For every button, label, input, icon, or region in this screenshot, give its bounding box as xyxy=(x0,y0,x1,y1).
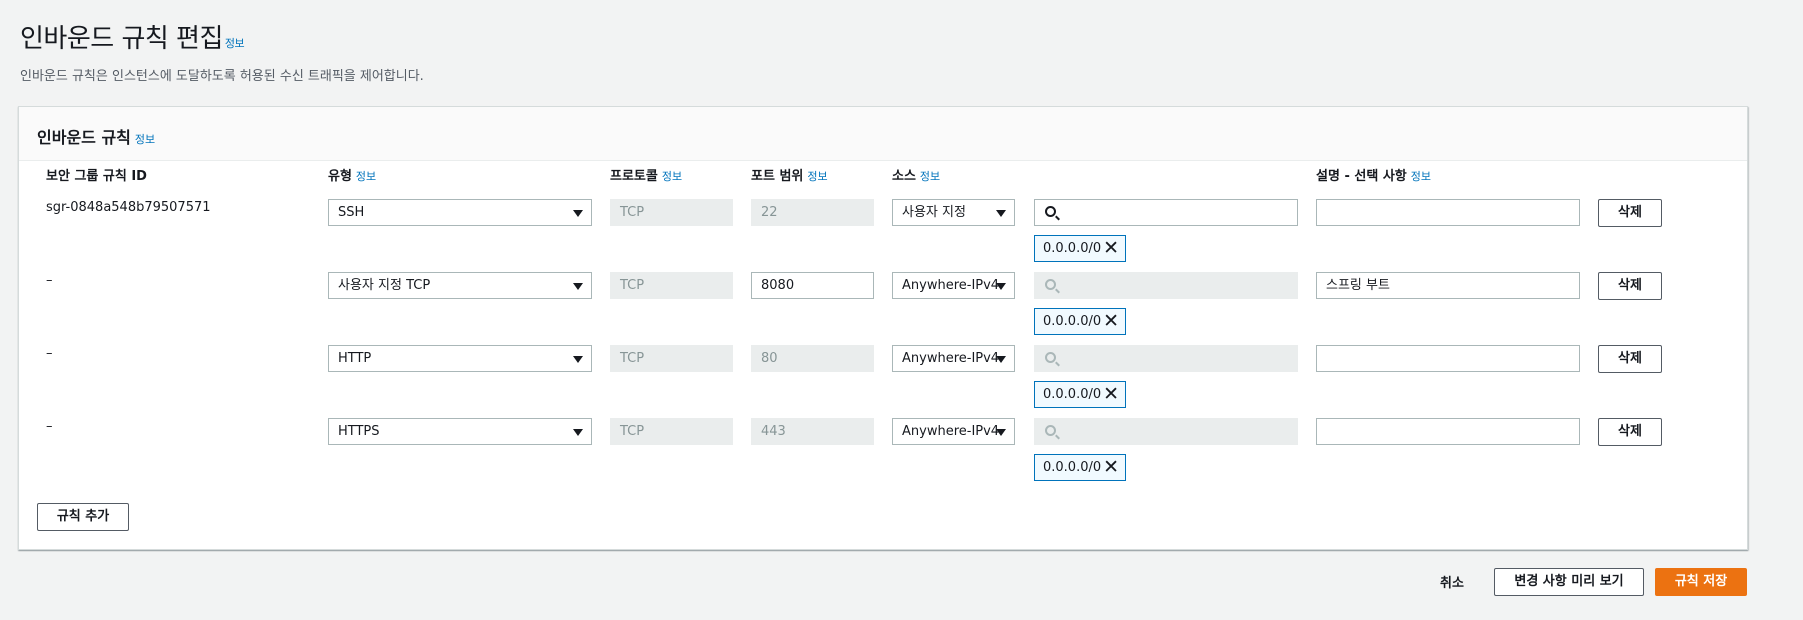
rule-id: – xyxy=(46,346,53,361)
col-header-protocol: 프로토콜 정보 xyxy=(610,169,683,184)
delete-rule-button[interactable]: 삭제 xyxy=(1598,272,1662,300)
source-select[interactable]: Anywhere-IPv4 xyxy=(892,418,1015,445)
close-icon[interactable]: ✕ xyxy=(1103,236,1119,261)
cidr-token: 0.0.0.0/0 ✕ xyxy=(1034,308,1126,335)
page-title-info-link[interactable]: 정보 xyxy=(225,37,245,50)
cidr-search-input[interactable] xyxy=(1034,199,1298,226)
preview-changes-button[interactable]: 변경 사항 미리 보기 xyxy=(1494,568,1644,596)
search-icon xyxy=(1045,425,1056,436)
cidr-search-input xyxy=(1034,418,1298,445)
caret-down-icon xyxy=(573,210,583,217)
type-select[interactable]: 사용자 지정 TCP xyxy=(328,272,592,299)
description-input[interactable] xyxy=(1316,345,1580,372)
type-select[interactable]: HTTPS xyxy=(328,418,592,445)
protocol-field: TCP xyxy=(610,345,733,372)
inbound-rules-panel: 인바운드 규칙 정보 보안 그룹 규칙 ID 유형 정보 프로토콜 정보 포트 범위 정… xyxy=(18,106,1748,550)
close-icon[interactable]: ✕ xyxy=(1103,455,1119,480)
source-select[interactable]: Anywhere-IPv4 xyxy=(892,345,1015,372)
cidr-search-input xyxy=(1034,345,1298,372)
col-header-port-range: 포트 범위 정보 xyxy=(751,169,828,184)
protocol-field: TCP xyxy=(610,199,733,226)
col-header-source: 소스 정보 xyxy=(892,169,941,184)
source-select[interactable]: 사용자 지정 xyxy=(892,199,1015,226)
cidr-token: 0.0.0.0/0 ✕ xyxy=(1034,454,1126,481)
caret-down-icon xyxy=(996,283,1006,290)
caret-down-icon xyxy=(573,283,583,290)
protocol-field: TCP xyxy=(610,418,733,445)
save-rules-button[interactable]: 규칙 저장 xyxy=(1655,568,1747,596)
description-input[interactable]: 스프링 부트 xyxy=(1316,272,1580,299)
cancel-button[interactable]: 취소 xyxy=(1440,572,1464,591)
rule-id: – xyxy=(46,273,53,288)
search-icon xyxy=(1045,206,1056,217)
delete-rule-button[interactable]: 삭제 xyxy=(1598,345,1662,373)
rule-id: – xyxy=(46,419,53,434)
protocol-info-link[interactable]: 정보 xyxy=(662,170,682,183)
port-range-field: 22 xyxy=(751,199,874,226)
panel-title-info-link[interactable]: 정보 xyxy=(135,133,155,146)
type-select[interactable]: SSH xyxy=(328,199,592,226)
rule-id: sgr-0848a548b79507571 xyxy=(46,200,211,215)
col-header-description: 설명 - 선택 사항 정보 xyxy=(1316,169,1431,184)
description-info-link[interactable]: 정보 xyxy=(1411,170,1431,183)
caret-down-icon xyxy=(996,210,1006,217)
page-header: 인바운드 규칙 편집 정보 인바운드 규칙은 인스턴스에 도달하도록 허용된 수신… xyxy=(20,18,424,84)
panel-header: 인바운드 규칙 정보 xyxy=(19,107,1747,161)
port-range-field: 443 xyxy=(751,418,874,445)
col-header-rule-id: 보안 그룹 규칙 ID xyxy=(46,169,147,184)
description-input[interactable] xyxy=(1316,418,1580,445)
type-info-link[interactable]: 정보 xyxy=(356,170,376,183)
add-rule-button[interactable]: 규칙 추가 xyxy=(37,503,129,531)
port-range-info-link[interactable]: 정보 xyxy=(807,170,827,183)
caret-down-icon xyxy=(996,429,1006,436)
type-select[interactable]: HTTP xyxy=(328,345,592,372)
search-icon xyxy=(1045,279,1056,290)
cidr-search-input xyxy=(1034,272,1298,299)
source-select[interactable]: Anywhere-IPv4 xyxy=(892,272,1015,299)
cidr-token: 0.0.0.0/0 ✕ xyxy=(1034,235,1126,262)
delete-rule-button[interactable]: 삭제 xyxy=(1598,418,1662,446)
cidr-token: 0.0.0.0/0 ✕ xyxy=(1034,381,1126,408)
panel-title: 인바운드 규칙 xyxy=(37,128,131,147)
search-icon xyxy=(1045,352,1056,363)
source-info-link[interactable]: 정보 xyxy=(920,170,940,183)
description-input[interactable] xyxy=(1316,199,1580,226)
port-range-input[interactable]: 8080 xyxy=(751,272,874,299)
page-description: 인바운드 규칙은 인스턴스에 도달하도록 허용된 수신 트래픽을 제어합니다. xyxy=(20,69,424,84)
caret-down-icon xyxy=(996,356,1006,363)
port-range-field: 80 xyxy=(751,345,874,372)
caret-down-icon xyxy=(573,429,583,436)
protocol-field: TCP xyxy=(610,272,733,299)
caret-down-icon xyxy=(573,356,583,363)
delete-rule-button[interactable]: 삭제 xyxy=(1598,199,1662,227)
close-icon[interactable]: ✕ xyxy=(1103,382,1119,407)
page-title: 인바운드 규칙 편집 정보 xyxy=(20,24,245,54)
col-header-type: 유형 정보 xyxy=(328,169,377,184)
close-icon[interactable]: ✕ xyxy=(1103,309,1119,334)
